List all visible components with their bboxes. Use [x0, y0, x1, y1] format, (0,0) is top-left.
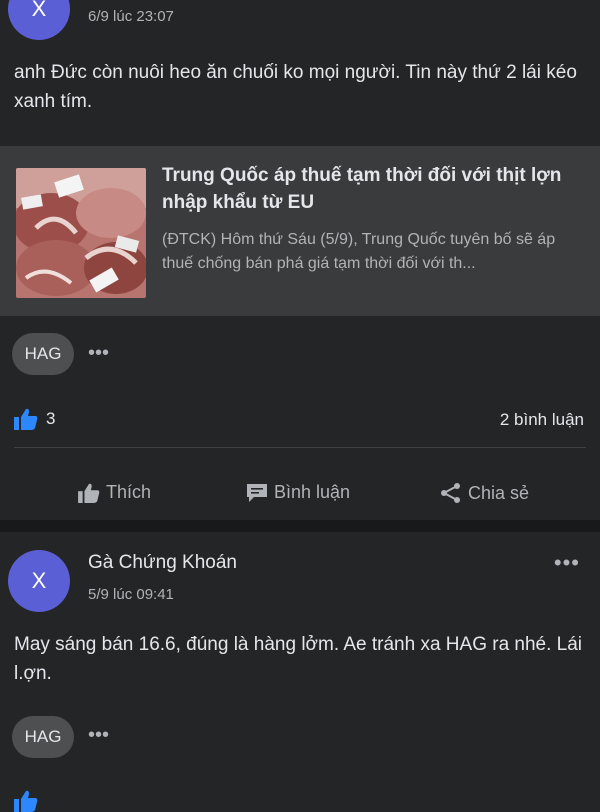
share-button[interactable]: Chia sẻ — [440, 482, 529, 504]
share-icon — [441, 483, 460, 503]
divider — [14, 447, 586, 448]
post-1-text: anh Đức còn nuôi heo ăn chuối ko mọi ngư… — [14, 62, 577, 112]
link-description: (ĐTCK) Hôm thứ Sáu (5/9), Trung Quốc tuy… — [162, 231, 556, 272]
avatar-letter: X — [31, 568, 47, 593]
post-2-timestamp[interactable]: 5/9 lúc 09:41 — [88, 586, 174, 603]
hag-tag-chip[interactable]: HAG — [12, 716, 74, 758]
post-2-text: May sáng bán 16.6, đúng là hàng lởm. Ae … — [14, 634, 583, 684]
comment-count[interactable]: 2 bình luận — [500, 410, 584, 430]
post-2: X Gà Chứng Khoán 5/9 lúc 09:41 ••• May s… — [0, 532, 600, 812]
tag-more-icon[interactable]: ••• — [88, 724, 109, 747]
hag-tag-chip[interactable]: HAG — [12, 333, 74, 375]
post-separator — [0, 520, 600, 532]
like-thumb-blue-icon — [14, 790, 38, 812]
like-label: Thích — [106, 482, 152, 502]
meat-thumbnail-image — [16, 168, 146, 298]
like-thumb-blue-icon — [14, 408, 38, 430]
tag-more-icon[interactable]: ••• — [88, 342, 109, 365]
post-1-timestamp[interactable]: 6/9 lúc 23:07 — [88, 8, 174, 25]
avatar-letter: X — [31, 0, 47, 21]
like-button[interactable]: Thích — [78, 482, 151, 503]
post-2-avatar[interactable]: X — [8, 550, 70, 612]
post-2-author[interactable]: Gà Chứng Khoán — [88, 552, 237, 574]
link-title[interactable]: Trung Quốc áp thuế tạm thời đối với thịt… — [162, 162, 582, 216]
post-2-more-icon[interactable]: ••• — [554, 550, 580, 576]
like-count-row[interactable]: 3 — [14, 408, 55, 430]
comment-bubble-icon — [247, 483, 267, 502]
share-label: Chia sẻ — [468, 482, 530, 503]
like-count: 3 — [46, 409, 56, 428]
thumb-up-icon — [78, 483, 100, 503]
link-preview-card[interactable]: Trung Quốc áp thuế tạm thời đối với thịt… — [0, 146, 600, 316]
comment-label: Bình luận — [274, 482, 351, 502]
post-1: X 6/9 lúc 23:07 anh Đức còn nuôi heo ăn … — [0, 0, 600, 520]
comment-button[interactable]: Bình luận — [246, 482, 350, 503]
post-1-avatar[interactable]: X — [8, 0, 70, 40]
